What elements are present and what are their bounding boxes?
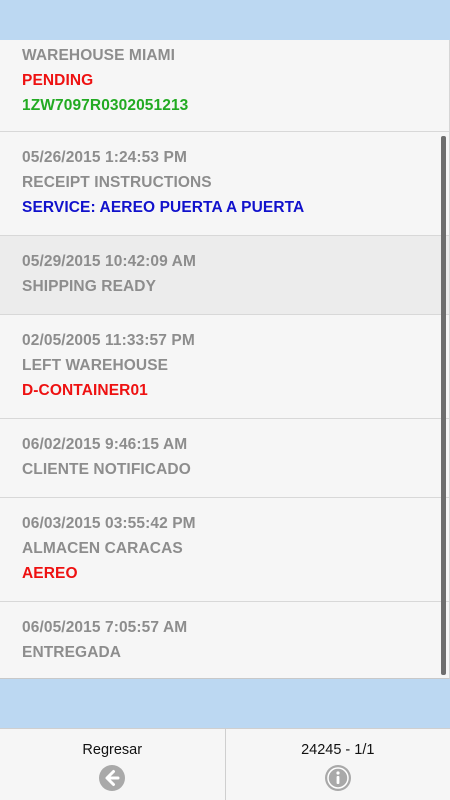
entry-location: WAREHOUSE MIAMI (22, 47, 176, 64)
back-button[interactable]: Regresar (0, 729, 225, 800)
entry-detail: SERVICE: AEREO PUERTA A PUERTA (22, 199, 305, 216)
top-band (0, 0, 450, 42)
back-button-label: Regresar (82, 742, 143, 758)
entry-tracking-number: 1ZW7097R0302051213 (22, 97, 189, 114)
entry-event: ALMACEN CARACAS (22, 540, 183, 557)
entry-event: SHIPPING READY (22, 278, 157, 295)
tracking-history-list[interactable]: WAREHOUSE MIAMI PENDING 1ZW7097R03020512… (0, 40, 450, 679)
info-button[interactable]: 24245 - 1/1 (224, 729, 450, 800)
list-item[interactable]: 05/26/2015 1:24:53 PM RECEIPT INSTRUCTIO… (0, 132, 449, 236)
list-item[interactable]: 02/05/2005 11:33:57 PM LEFT WAREHOUSE D-… (0, 315, 449, 419)
page-indicator-label: 24245 - 1/1 (301, 742, 375, 758)
entry-timestamp: 06/02/2015 9:46:15 AM (22, 436, 188, 453)
entry-status: PENDING (22, 72, 94, 89)
entry-event: LEFT WAREHOUSE (22, 357, 169, 374)
arrow-left-circle-icon (99, 765, 126, 791)
entry-detail: D-CONTAINER01 (22, 382, 148, 399)
list-item[interactable]: 06/02/2015 9:46:15 AM CLIENTE NOTIFICADO (0, 419, 449, 498)
scrollbar[interactable] (441, 136, 446, 675)
list-item[interactable]: WAREHOUSE MIAMI PENDING 1ZW7097R03020512… (0, 40, 449, 132)
list-item[interactable]: 05/29/2015 10:42:09 AM SHIPPING READY (0, 236, 449, 315)
entry-detail: AEREO (22, 565, 78, 582)
entry-event: CLIENTE NOTIFICADO (22, 461, 191, 478)
entry-timestamp: 05/29/2015 10:42:09 AM (22, 253, 196, 270)
bottom-toolbar: Regresar 24245 - 1/1 (0, 728, 450, 800)
entry-event: ENTREGADA (22, 644, 122, 661)
entry-event: RECEIPT INSTRUCTIONS (22, 174, 212, 191)
entry-timestamp: 02/05/2005 11:33:57 PM (22, 332, 195, 349)
entry-timestamp: 06/03/2015 03:55:42 PM (22, 515, 196, 532)
list-item[interactable]: 06/03/2015 03:55:42 PM ALMACEN CARACAS A… (0, 498, 449, 602)
entry-timestamp: 05/26/2015 1:24:53 PM (22, 149, 187, 166)
entry-timestamp: 06/05/2015 7:05:57 AM (22, 619, 188, 636)
list-item[interactable]: 06/05/2015 7:05:57 AM ENTREGADA (0, 602, 449, 678)
info-circle-icon (324, 765, 351, 791)
